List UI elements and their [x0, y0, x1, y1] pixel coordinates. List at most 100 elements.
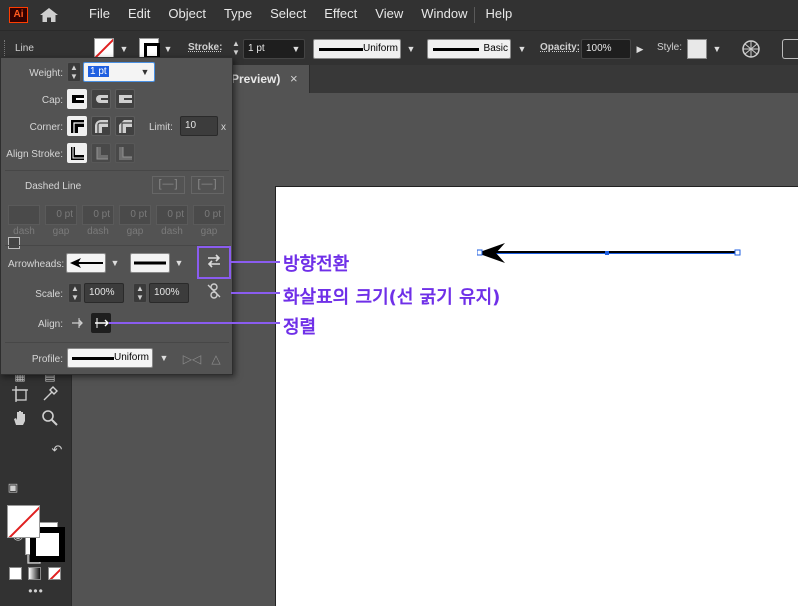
- chevron-down-icon[interactable]: ▼: [516, 43, 528, 55]
- end-arrowhead-dropdown[interactable]: [130, 253, 170, 273]
- hand-icon[interactable]: [9, 409, 31, 431]
- dashed-line-checkbox[interactable]: [8, 237, 20, 249]
- zoom-icon[interactable]: [39, 409, 61, 431]
- chevron-right-icon[interactable]: ▶: [634, 43, 646, 55]
- anchor-point-start[interactable]: [477, 249, 483, 256]
- menu-view[interactable]: View: [366, 0, 412, 30]
- scale-label: Scale:: [35, 289, 63, 300]
- variable-width-profile-dropdown[interactable]: Uniform: [313, 39, 401, 59]
- gap-3-input[interactable]: 0 pt: [193, 205, 225, 225]
- align-stroke-outside-button[interactable]: [115, 143, 135, 163]
- menu-window[interactable]: Window: [412, 0, 476, 30]
- corner-label: Corner:: [29, 122, 63, 133]
- anchor-point-end[interactable]: [734, 249, 741, 256]
- arrow-tip-beyond-end-button[interactable]: [68, 313, 88, 333]
- chevron-down-icon[interactable]: ▼: [405, 43, 417, 55]
- home-icon[interactable]: [40, 8, 58, 22]
- link-scale-icon[interactable]: [203, 282, 225, 304]
- gap-2-input[interactable]: 0 pt: [119, 205, 151, 225]
- chevron-down-icon[interactable]: ▼: [173, 257, 185, 269]
- menu-bar: Ai File Edit Object Type Select Effect V…: [0, 0, 798, 30]
- swap-fill-stroke-icon[interactable]: ↶: [46, 439, 68, 461]
- dash-3-input[interactable]: 0 pt: [156, 205, 188, 225]
- recolor-artwork-icon[interactable]: [741, 39, 761, 59]
- round-cap-button[interactable]: [91, 89, 111, 109]
- butt-cap-button[interactable]: [67, 89, 87, 109]
- limit-suffix: x: [221, 122, 226, 133]
- dash-2-input[interactable]: 0 pt: [82, 205, 114, 225]
- selected-arrow-line[interactable]: [477, 243, 741, 263]
- control-bar-grip[interactable]: [4, 40, 7, 58]
- width-profile-dropdown[interactable]: Uniform: [67, 348, 153, 368]
- profile-value: Uniform: [113, 352, 149, 363]
- fill-swatch[interactable]: [7, 505, 40, 538]
- dash-label: dash: [87, 226, 109, 237]
- stroke-label[interactable]: Stroke:: [188, 42, 222, 53]
- menu-effect[interactable]: Effect: [315, 0, 366, 30]
- opacity-input[interactable]: 100%: [581, 39, 631, 59]
- illustrator-logo: Ai: [9, 7, 28, 23]
- arrow-tip-at-end-button[interactable]: [91, 313, 111, 333]
- dash-label: dash: [13, 226, 35, 237]
- annotation-connector: [109, 322, 280, 324]
- menu-select[interactable]: Select: [261, 0, 315, 30]
- menu-type[interactable]: Type: [215, 0, 261, 30]
- eyedropper-icon[interactable]: [39, 385, 61, 407]
- flip-across-icon[interactable]: △: [205, 348, 227, 370]
- chevron-down-icon[interactable]: ▼: [290, 43, 302, 55]
- flip-along-icon[interactable]: ▷◁: [181, 348, 203, 370]
- start-arrowhead-dropdown[interactable]: [66, 253, 106, 273]
- close-tab-icon[interactable]: ×: [290, 71, 298, 86]
- weight-stepper[interactable]: ▲ ▼: [67, 62, 81, 82]
- align-stroke-label: Align Stroke:: [6, 149, 63, 160]
- dash-1-input[interactable]: [8, 205, 40, 225]
- menu-edit[interactable]: Edit: [119, 0, 159, 30]
- none-mode-button[interactable]: [48, 567, 61, 580]
- round-join-button[interactable]: [91, 116, 111, 136]
- align-stroke-center-button[interactable]: [67, 143, 87, 163]
- chevron-down-icon[interactable]: ▼: [711, 43, 723, 55]
- artboard-tool-icon[interactable]: [9, 385, 31, 407]
- center-point: [605, 251, 609, 255]
- end-scale-stepper[interactable]: ▲ ▼: [133, 283, 147, 303]
- default-fill-stroke-icon[interactable]: ▣: [2, 477, 24, 499]
- brush-definition-dropdown[interactable]: Basic: [427, 39, 511, 59]
- end-scale-input[interactable]: 100%: [149, 283, 189, 303]
- chevron-down-icon[interactable]: ▼: [158, 352, 170, 364]
- edit-toolbar-icon[interactable]: •••: [25, 580, 47, 602]
- color-mode-button[interactable]: [9, 567, 22, 580]
- fill-color-swatch[interactable]: [94, 38, 114, 58]
- chevron-down-icon[interactable]: ▼: [162, 43, 174, 55]
- annotation-highlight-box: [197, 246, 231, 279]
- stroke-color-swatch[interactable]: [139, 38, 160, 59]
- align-stroke-inside-button[interactable]: [91, 143, 111, 163]
- gap-1-input[interactable]: 0 pt: [45, 205, 77, 225]
- selection-type-label: Line: [15, 43, 34, 54]
- preserve-dash-button[interactable]: [—]: [152, 176, 185, 194]
- projecting-cap-button[interactable]: [115, 89, 135, 109]
- profile-line-preview: [72, 357, 114, 360]
- opacity-label[interactable]: Opacity:: [540, 42, 580, 53]
- menu-divider: [474, 7, 475, 23]
- stroke-weight-stepper[interactable]: ▲ ▼: [230, 39, 242, 59]
- align-dash-corners-button[interactable]: [—]: [191, 176, 224, 194]
- bevel-join-button[interactable]: [115, 116, 135, 136]
- annotation-connector: [231, 292, 280, 294]
- miter-join-button[interactable]: [67, 116, 87, 136]
- menu-object[interactable]: Object: [159, 0, 215, 30]
- chevron-down-icon[interactable]: ▼: [118, 43, 130, 55]
- chevron-down-icon[interactable]: ▼: [109, 257, 121, 269]
- tab-strip: [310, 65, 798, 93]
- cap-label: Cap:: [41, 95, 63, 106]
- align-panel-icon[interactable]: [782, 39, 798, 59]
- annotation-scale: 화살표의 크기(선 굵기 유지): [283, 287, 501, 308]
- menu-file[interactable]: File: [80, 0, 119, 30]
- weight-label: Weight:: [29, 68, 63, 79]
- menu-help[interactable]: Help: [476, 0, 521, 30]
- graphic-style-swatch[interactable]: [687, 39, 707, 59]
- chevron-down-icon[interactable]: ▼: [139, 66, 151, 78]
- miter-limit-input[interactable]: 10: [180, 116, 218, 136]
- start-scale-input[interactable]: 100%: [84, 283, 124, 303]
- start-scale-stepper[interactable]: ▲ ▼: [68, 283, 82, 303]
- brush-label: Basic: [483, 43, 508, 54]
